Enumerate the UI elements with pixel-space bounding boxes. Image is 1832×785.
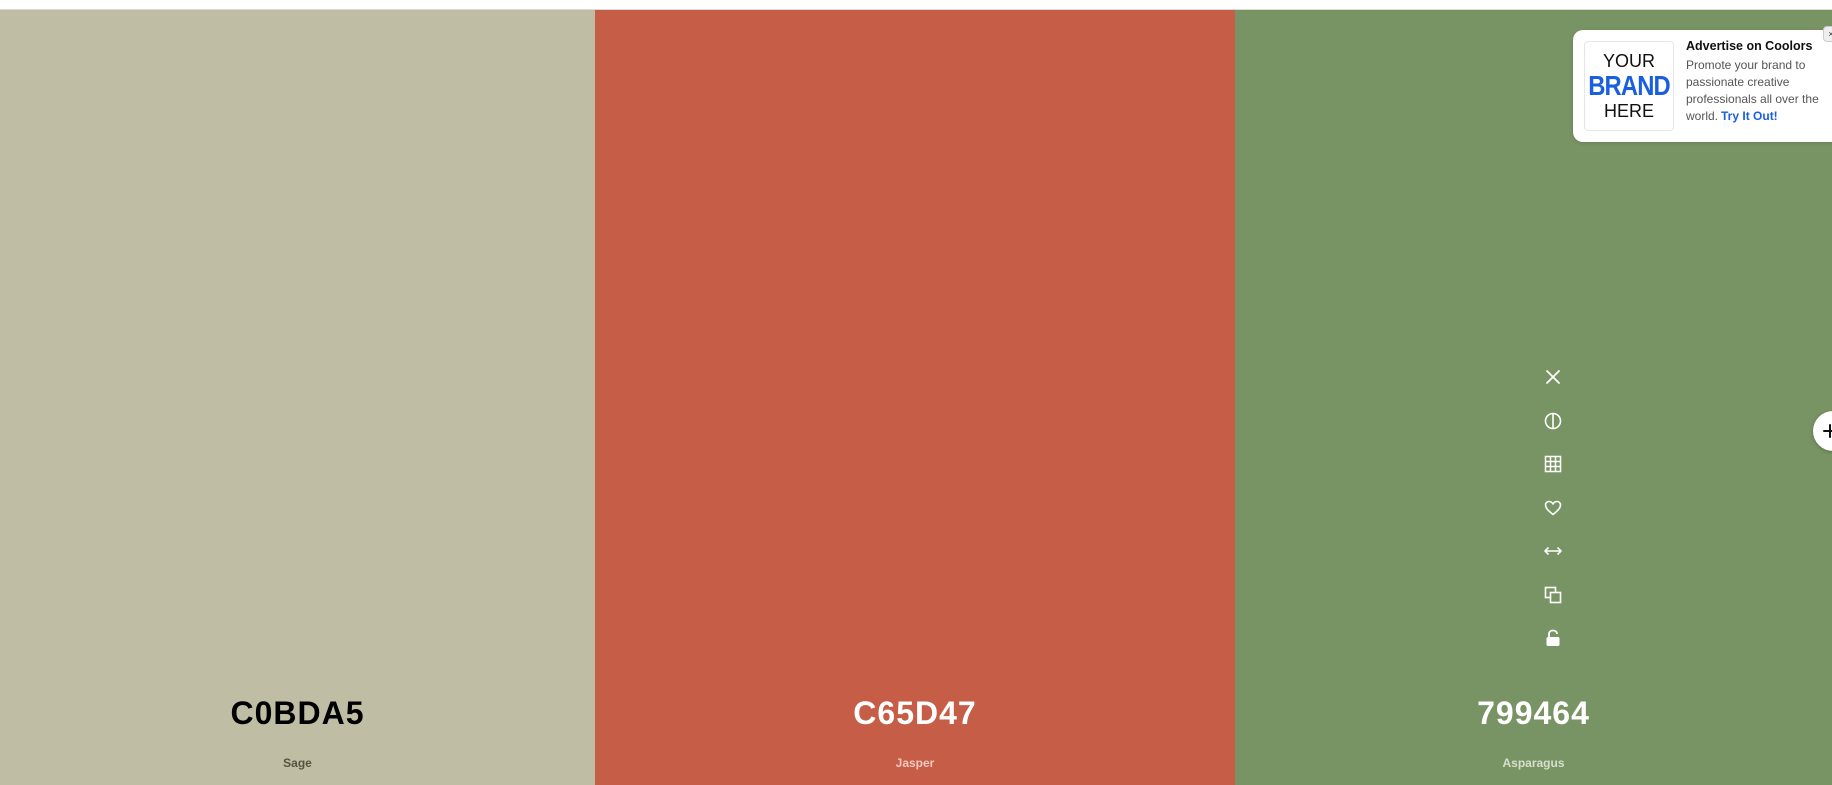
logo-line-2: BRAND xyxy=(1588,70,1671,101)
ad-banner[interactable]: YOUR BRAND HERE Advertise on Coolors Pro… xyxy=(1573,26,1832,142)
brand-logo: YOUR BRAND HERE xyxy=(1584,41,1674,131)
logo-line-3: HERE xyxy=(1603,101,1654,121)
swatch-jasper[interactable]: C65D47 Jasper xyxy=(595,10,1235,785)
copy-icon xyxy=(1544,586,1562,603)
ad-title: Advertise on Coolors xyxy=(1686,39,1813,53)
swatch-sage[interactable]: C0BDA5 Sage xyxy=(0,10,595,785)
hex-code[interactable]: C65D47 xyxy=(595,695,1235,732)
top-border xyxy=(0,0,1832,10)
grid-icon xyxy=(1544,455,1562,473)
palette: C0BDA5 Sage C65D47 Jasper 799464 Asparag… xyxy=(0,10,1832,785)
drag-handle[interactable] xyxy=(1538,536,1568,566)
shades-button[interactable] xyxy=(1538,406,1568,436)
drag-icon xyxy=(1544,547,1562,555)
plus-icon xyxy=(1823,424,1832,438)
copy-hex-button[interactable] xyxy=(1538,580,1568,610)
color-name[interactable]: Asparagus xyxy=(1235,756,1832,770)
ad-body: Promote your brand to passionate creativ… xyxy=(1686,57,1832,125)
color-name[interactable]: Sage xyxy=(0,756,595,770)
hex-code[interactable]: C0BDA5 xyxy=(0,695,595,732)
heart-icon xyxy=(1544,500,1562,515)
logo-line-1: YOUR xyxy=(1602,51,1655,71)
color-name[interactable]: Jasper xyxy=(595,756,1235,770)
lock-color-button[interactable] xyxy=(1538,623,1568,653)
ad-close-button[interactable]: × xyxy=(1823,26,1832,42)
swatch-toolbar xyxy=(1538,362,1568,667)
remove-color-button[interactable] xyxy=(1538,362,1568,392)
hex-code[interactable]: 799464 xyxy=(1235,695,1832,732)
view-shades-button[interactable] xyxy=(1538,449,1568,479)
save-color-button[interactable] xyxy=(1538,493,1568,523)
remove-icon xyxy=(1546,370,1560,384)
ad-link[interactable]: Try It Out! xyxy=(1721,109,1778,123)
unlock-icon xyxy=(1546,629,1560,646)
contrast-icon xyxy=(1544,412,1562,429)
